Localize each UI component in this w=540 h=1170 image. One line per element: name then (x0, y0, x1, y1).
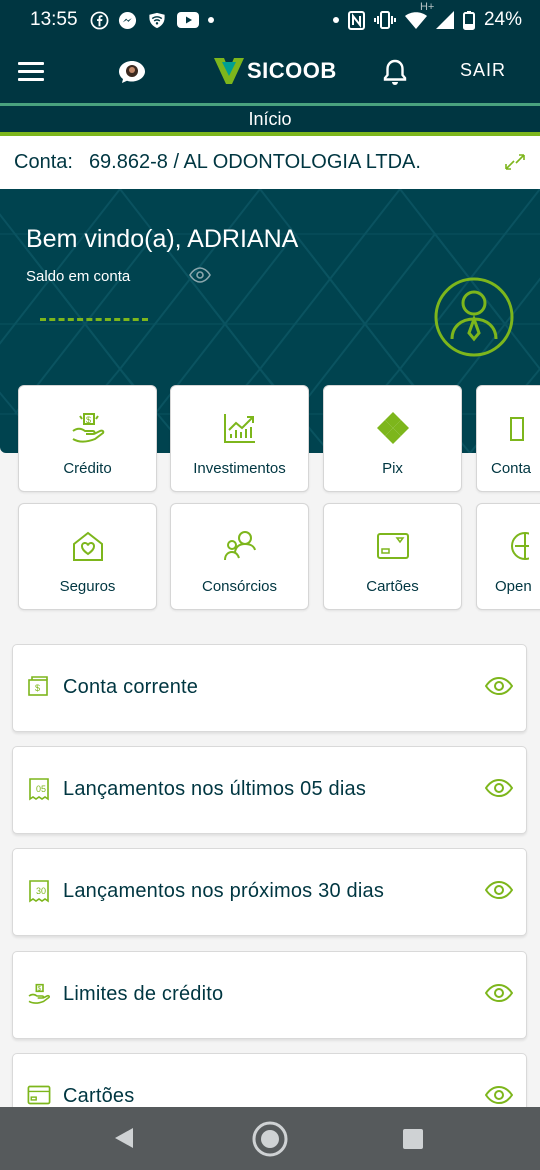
receipt-badge: 30 (36, 886, 46, 896)
user-avatar-icon[interactable] (434, 277, 514, 357)
card-title: Lançamentos nos últimos 05 dias (63, 778, 367, 800)
quick-action-label: Conta (491, 460, 532, 477)
page-title: Início (0, 103, 540, 136)
quick-action-conta[interactable]: Conta (476, 385, 540, 492)
home-icon[interactable] (251, 1120, 289, 1163)
sicoob-logo: SICOOB (214, 56, 337, 86)
shield-wifi-icon (146, 11, 168, 30)
card-conta-corrente[interactable]: $ Conta corrente (12, 644, 527, 732)
bell-icon[interactable] (381, 58, 409, 86)
nfc-icon (347, 10, 365, 30)
quick-action-label: Pix (382, 460, 403, 477)
account-value: 69.862-8 / AL ODONTOLOGIA LTDA. (88, 151, 421, 173)
quick-action-seguros[interactable]: Seguros (18, 503, 157, 610)
svg-text:$: $ (86, 415, 91, 425)
quick-action-open[interactable]: Open (476, 503, 540, 610)
hamburger-icon[interactable] (18, 62, 44, 82)
eye-icon[interactable] (484, 880, 514, 905)
network-type: H+ (419, 1, 435, 13)
balance-label: Saldo em conta (26, 268, 131, 285)
card-lancamentos-proximos[interactable]: 30 Lançamentos nos próximos 30 dias (12, 848, 527, 936)
credit-hand-icon: $ (27, 982, 51, 1006)
logout-button[interactable]: SAIR (460, 60, 506, 81)
receipt-badge: 05 (36, 784, 46, 794)
status-bar: 13:55 H+ 24% (0, 0, 540, 40)
account-label: Conta: (14, 151, 73, 173)
receipt-30-icon: 30 (27, 879, 51, 903)
recents-icon[interactable] (403, 1129, 423, 1149)
open-icon (495, 528, 529, 564)
show-balance-eye-icon[interactable] (189, 267, 211, 288)
card-limites-credito[interactable]: $ Limites de crédito (12, 951, 527, 1039)
receipt-05-icon: 05 (27, 777, 51, 801)
chat-avatar-icon[interactable] (117, 59, 147, 85)
expand-arrows-icon[interactable] (504, 153, 526, 177)
quick-action-label: Investimentos (193, 460, 286, 477)
dot-icon (207, 17, 214, 23)
credit-hand-icon: $ (70, 410, 106, 446)
sicoob-logo-mark (214, 58, 244, 84)
pix-icon (376, 410, 410, 446)
battery-level: 24% (483, 9, 522, 30)
dot-icon (332, 17, 339, 23)
chart-icon (223, 410, 257, 446)
quick-action-cartoes[interactable]: Cartões (323, 503, 462, 610)
quick-action-credito[interactable]: $ Crédito (18, 385, 157, 492)
card-icon (27, 1084, 51, 1108)
back-icon[interactable] (113, 1127, 135, 1154)
people-icon (223, 528, 257, 564)
wifi-icon (404, 11, 427, 29)
youtube-icon (176, 12, 199, 28)
quick-action-consorcios[interactable]: Consórcios (170, 503, 309, 610)
eye-icon[interactable] (484, 676, 514, 701)
facebook-icon (90, 11, 109, 30)
account-icon (491, 410, 525, 446)
app-header: SICOOB SAIR (0, 40, 540, 103)
card-icon (376, 528, 410, 564)
card-lancamentos-ultimos[interactable]: 05 Lançamentos nos últimos 05 dias (12, 746, 527, 834)
eye-icon[interactable] (484, 983, 514, 1008)
card-title: Cartões (63, 1085, 135, 1107)
card-title: Conta corrente (63, 676, 199, 698)
account-selector[interactable]: Conta: 69.862-8 / AL ODONTOLOGIA LTDA. (0, 136, 540, 189)
wallet-icon: $ (27, 675, 51, 699)
quick-action-label: Seguros (59, 578, 116, 595)
quick-action-label: Cartões (366, 578, 419, 595)
eye-icon[interactable] (484, 778, 514, 803)
quick-action-pix[interactable]: Pix (323, 385, 462, 492)
signal-icon (435, 11, 454, 29)
card-title: Limites de crédito (63, 983, 224, 1005)
svg-text:$: $ (35, 683, 40, 693)
status-time: 13:55 (30, 9, 78, 30)
logo-text: SICOOB (247, 58, 337, 83)
quick-action-label: Open (495, 578, 532, 595)
quick-action-investimentos[interactable]: Investimentos (170, 385, 309, 492)
system-navigation-bar (0, 1107, 540, 1170)
battery-icon (462, 10, 475, 30)
quick-action-label: Crédito (63, 460, 112, 477)
welcome-text: Bem vindo(a), ADRIANA (26, 225, 299, 253)
messenger-icon (118, 11, 137, 30)
card-title: Lançamentos nos próximos 30 dias (63, 880, 385, 902)
house-heart-icon (71, 528, 105, 564)
quick-action-label: Consórcios (201, 578, 278, 595)
balance-hidden-mask (40, 318, 148, 321)
vibrate-icon (373, 11, 396, 29)
